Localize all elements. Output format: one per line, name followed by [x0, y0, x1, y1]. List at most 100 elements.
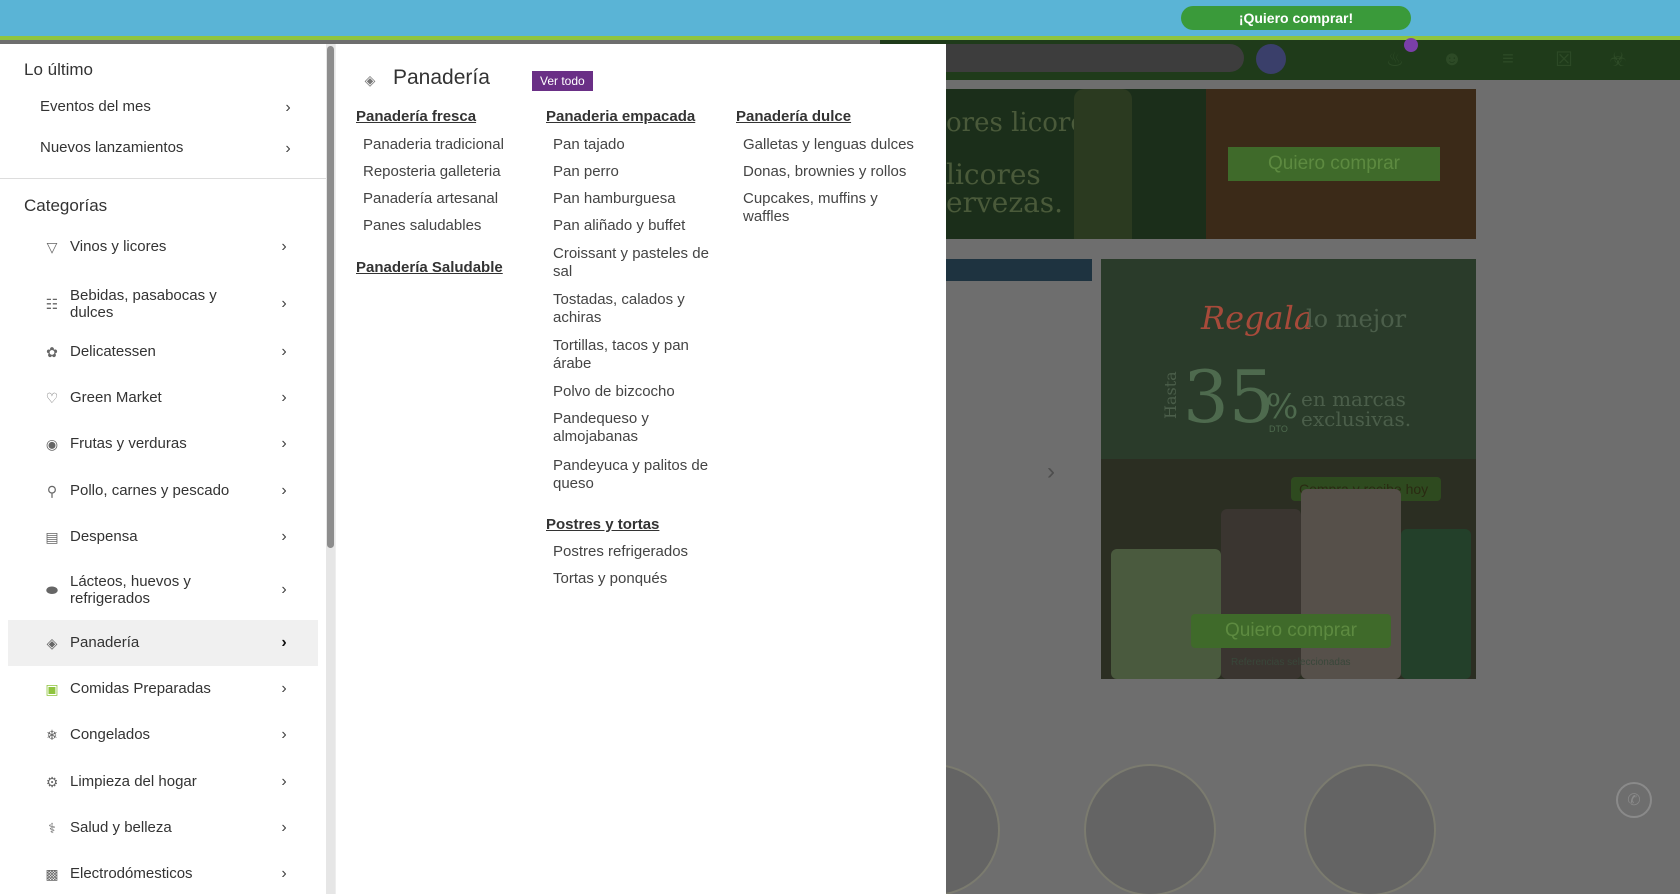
sidebar-scrollbar-thumb[interactable]: [327, 46, 334, 548]
subcategory-link[interactable]: Polvo de bizcocho: [553, 383, 713, 401]
sidebar-item-lanzamientos[interactable]: Nuevos lanzamientos: [40, 139, 183, 156]
subcategory-link[interactable]: Pandequeso y almojabanas: [553, 410, 713, 446]
subcategory-heading[interactable]: Postres y tortas: [546, 516, 659, 533]
heart-icon: ♡: [45, 389, 59, 406]
chevron-right-icon: ›: [281, 343, 287, 360]
subcategory-link[interactable]: Pan perro: [553, 163, 713, 181]
product-image-kiwa: [1301, 489, 1401, 679]
user-icon[interactable]: ☻: [1437, 44, 1467, 74]
banner2-exclusivas-line1: en marcas: [1301, 387, 1406, 411]
category-label: Panadería: [70, 634, 140, 652]
subcategory-link[interactable]: Pan tajado: [553, 136, 713, 154]
wine-glass-icon: ▽: [46, 238, 58, 255]
sidebar-item-congelados[interactable]: ❄ Congelados ›: [8, 712, 318, 758]
subcategory-link[interactable]: Reposteria galleteria: [363, 163, 523, 181]
subcategory-heading[interactable]: Panadería Saludable: [356, 259, 503, 276]
sidebar-item-electrodomesticos[interactable]: ▩ Electrodómesticos ›: [8, 851, 318, 894]
whatsapp-icon[interactable]: ✆: [1616, 782, 1652, 818]
subcategory-link[interactable]: Panaderia tradicional: [363, 136, 523, 154]
category-label: Delicatessen: [70, 343, 156, 361]
sidebar-item-limpieza[interactable]: ⚙ Limpieza del hogar ›: [8, 759, 318, 805]
chevron-right-icon: ›: [281, 435, 287, 452]
banner1-line2: licores ervezas.: [946, 161, 1063, 217]
ver-todo-button[interactable]: Ver todo: [532, 71, 593, 91]
subcategory-link[interactable]: Croissant y pasteles de sal: [553, 245, 713, 281]
sidebar-divider: [0, 178, 326, 179]
appliance-icon: ▩: [45, 865, 59, 882]
cart-icon[interactable]: ☣: [1603, 44, 1633, 74]
lo-ultimo-title: Lo último: [24, 60, 93, 79]
category-label: Lácteos, huevos y refrigerados: [70, 572, 191, 607]
chevron-right-icon[interactable]: ›: [278, 139, 298, 159]
category-sidebar: Lo último Eventos del mes › Nuevos lanza…: [0, 44, 326, 894]
subcategory-heading[interactable]: Panaderia empacada: [546, 108, 695, 125]
subcategory-link[interactable]: Tortas y ponqués: [553, 570, 713, 588]
sidebar-item-frutas[interactable]: ◉ Frutas y verduras ›: [8, 421, 318, 467]
chevron-right-icon: ›: [281, 295, 287, 312]
chevron-right-icon: ›: [281, 389, 287, 406]
subcategory-link[interactable]: Pan hamburguesa: [553, 190, 713, 208]
sidebar-item-despensa[interactable]: ▤ Despensa ›: [8, 514, 318, 560]
subcategory-link[interactable]: Pan aliñado y buffet: [553, 217, 713, 235]
sidebar-item-panaderia[interactable]: ◈ Panadería ›: [8, 620, 318, 666]
cleaning-icon: ⚙: [45, 773, 59, 790]
chevron-right-icon: ›: [281, 726, 287, 743]
sidebar-item-bebidas[interactable]: ☷ Bebidas, pasabocas y dulces ›: [8, 276, 318, 332]
banner2-hasta: Hasta: [1161, 371, 1180, 419]
banner2-compra-tag: hoy: [1405, 481, 1429, 497]
category-label: Frutas y verduras: [70, 435, 187, 453]
banner2-regala: Regala: [1201, 299, 1313, 337]
frozen-icon: ❄: [46, 726, 58, 743]
submenu-panel: ◈ Panadería Ver todo Panadería fresca Pa…: [335, 44, 946, 894]
promo-banner-licores[interactable]: ores licores licores ervezas. Quiero com…: [946, 89, 1476, 239]
subcategory-link[interactable]: Donas, brownies y rollos: [743, 163, 923, 181]
banner2-percent: %: [1266, 387, 1299, 427]
sidebar-item-delicatessen[interactable]: ✿ Delicatessen ›: [8, 329, 318, 375]
search-button[interactable]: [1256, 44, 1286, 74]
subcategory-link[interactable]: Postres refrigerados: [553, 543, 713, 561]
chevron-right-icon: ›: [281, 865, 287, 882]
promo-banner-regala[interactable]: Regala lo mejor Hasta 35 % DTO en marcas…: [1101, 259, 1476, 679]
category-plate-image[interactable]: [1084, 764, 1216, 894]
sidebar-item-vinos[interactable]: ▽ Vinos y licores ›: [8, 224, 318, 270]
subcategory-link[interactable]: Cupcakes, muffins y waffles: [743, 190, 903, 226]
category-label: Limpieza del hogar: [70, 773, 197, 791]
chevron-right-icon: ›: [281, 482, 287, 499]
subcategory-link[interactable]: Panes saludables: [363, 217, 523, 235]
sidebar-item-salud[interactable]: ⚕ Salud y belleza ›: [8, 805, 318, 851]
banner2-regala-rest: lo mejor: [1306, 305, 1407, 333]
fruit-icon: ◉: [45, 435, 59, 452]
sidebar-item-pollo[interactable]: ⚲ Pollo, carnes y pescado ›: [8, 468, 318, 514]
banner2-exclusivas-line2: exclusivas.: [1301, 407, 1412, 431]
subcategory-link[interactable]: Galletas y lenguas dulces: [743, 136, 923, 154]
chevron-right-icon[interactable]: ›: [278, 98, 298, 118]
subcategory-link[interactable]: Tostadas, calados y achiras: [553, 291, 713, 327]
carousel-next-button[interactable]: ›: [1036, 454, 1066, 490]
chevron-right-icon: ›: [281, 238, 287, 255]
banner1-line3-text: ervezas.: [946, 186, 1064, 219]
chevron-right-icon: ›: [281, 528, 287, 545]
banner2-discount: 35: [1183, 355, 1275, 439]
banner2-top: [1101, 259, 1476, 459]
sidebar-item-eventos[interactable]: Eventos del mes: [40, 98, 151, 115]
category-label: Salud y belleza: [70, 819, 172, 837]
snacks-icon: ☷: [45, 295, 59, 312]
banner2-cta-button[interactable]: Quiero comprar: [1191, 614, 1391, 648]
subcategory-link[interactable]: Pandeyuca y palitos de queso: [553, 457, 713, 493]
sidebar-item-comidas[interactable]: ▣ Comidas Preparadas ›: [8, 666, 318, 712]
list-icon[interactable]: ≡: [1493, 44, 1523, 74]
sidebar-item-lacteos[interactable]: ⬬ Lácteos, huevos y refrigerados ›: [8, 562, 318, 618]
topbar-cta-button[interactable]: ¡Quiero comprar!: [1181, 6, 1411, 30]
chevron-right-icon: ›: [281, 773, 287, 790]
category-label: Comidas Preparadas: [70, 680, 211, 698]
subcategory-link[interactable]: Panadería artesanal: [363, 190, 523, 208]
product-image-wine: [1221, 509, 1301, 679]
subcategory-heading[interactable]: Panadería dulce: [736, 108, 851, 125]
category-plate-image[interactable]: [1304, 764, 1436, 894]
banner1-cta-button[interactable]: Quiero comprar: [1228, 147, 1440, 181]
basket-icon[interactable]: ☒: [1549, 44, 1579, 74]
sidebar-item-green-market[interactable]: ♡ Green Market ›: [8, 375, 318, 421]
subcategory-link[interactable]: Tortillas, tacos y pan árabe: [553, 337, 713, 373]
subcategory-heading[interactable]: Panadería fresca: [356, 108, 476, 125]
category-label: Vinos y licores: [70, 238, 167, 256]
